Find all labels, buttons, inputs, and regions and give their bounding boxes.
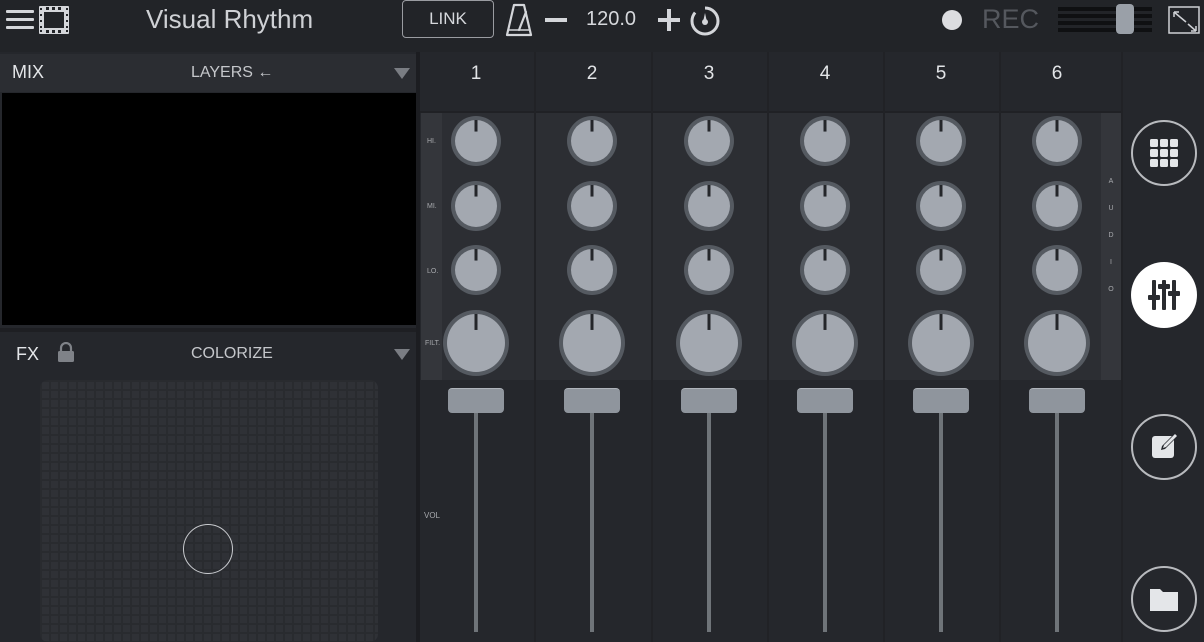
xy-pad-cursor[interactable] [183,524,233,574]
audio-letter: A [1108,178,1114,185]
fx-label: FX [16,344,40,364]
hi-eq-knob[interactable] [449,114,503,173]
volume-fader-handle[interactable] [913,388,969,413]
fx-dropdown-chevron-icon[interactable] [394,348,410,360]
channel-number: 5 [935,63,947,84]
mid-eq-knob[interactable] [798,179,852,238]
xy-pad[interactable] [40,380,378,642]
lo-eq-knob[interactable] [914,243,968,302]
hi-eq-knob[interactable] [1030,114,1084,173]
mid-eq-knob[interactable] [914,179,968,238]
channel-divider [651,52,653,642]
audio-letter: I [1110,259,1112,266]
master-slider[interactable] [1058,4,1152,34]
volume-fader-track[interactable] [939,410,943,632]
mixer-sliders-icon [1148,280,1180,310]
channel-number: 3 [703,63,715,84]
record-dot-icon[interactable] [942,10,962,30]
fullscreen-icon[interactable] [1166,4,1202,36]
fx-effect-selector[interactable]: COLORIZE [191,345,273,363]
filter-knob[interactable] [674,308,744,383]
channel-number: 2 [586,63,598,84]
channel-divider [534,52,536,642]
volume-fader-handle[interactable] [564,388,620,413]
channel-number: 1 [470,63,482,84]
mix-dropdown-chevron-icon[interactable] [394,67,410,79]
mid-eq-knob[interactable] [682,179,736,238]
channel-divider [999,52,1001,642]
band-label-lo: LO. [427,268,439,275]
audio-letter: O [1108,286,1114,293]
volume-fader-track[interactable] [707,410,711,632]
lo-eq-knob[interactable] [1030,243,1084,302]
hamburger-menu-icon[interactable] [6,8,34,32]
volume-fader-track[interactable] [1055,410,1059,632]
filter-knob[interactable] [441,308,511,383]
band-label-mid: MI. [427,203,437,210]
lo-eq-knob[interactable] [798,243,852,302]
panel-divider [0,328,416,332]
link-button[interactable]: LINK [402,0,494,38]
grid-icon [1150,139,1178,167]
edit-icon [1152,433,1178,458]
tap-tempo-icon[interactable] [688,3,722,37]
volume-fader-handle[interactable] [797,388,853,413]
record-label[interactable]: REC [982,4,1039,35]
grid-view-button[interactable] [1131,120,1197,186]
channel-divider [883,52,885,642]
metronome-icon[interactable] [505,3,533,37]
volume-label: VOL [424,511,441,520]
bpm-decrease-button[interactable] [544,8,568,32]
folder-icon [1150,589,1178,611]
audio-letter: U [1108,205,1114,212]
mid-eq-knob[interactable] [1030,179,1084,238]
link-button-label: LINK [429,9,467,28]
lo-eq-knob[interactable] [682,243,736,302]
audio-letter: D [1108,232,1114,239]
channel-header-divider [420,111,1122,113]
folder-button[interactable] [1131,566,1197,632]
volume-fader-track[interactable] [823,410,827,632]
hi-eq-knob[interactable] [565,114,619,173]
film-strip-icon[interactable] [38,5,70,35]
volume-fader-handle[interactable] [681,388,737,413]
layers-selector[interactable]: LAYERS ← [191,64,273,82]
bpm-increase-button[interactable] [657,8,681,32]
volume-fader-handle[interactable] [448,388,504,413]
hi-eq-knob[interactable] [682,114,736,173]
lock-icon[interactable] [57,341,75,362]
channel-number: 4 [819,63,831,84]
filter-knob[interactable] [1022,308,1092,383]
band-label-filter: FILT. [425,340,441,347]
mix-preview [2,93,416,325]
channel-divider [767,52,769,642]
volume-fader-handle[interactable] [1029,388,1085,413]
eq-panel [421,113,1121,380]
channel-number: 6 [1051,63,1063,84]
volume-fader-track[interactable] [474,410,478,632]
volume-fader-track[interactable] [590,410,594,632]
lo-eq-knob[interactable] [449,243,503,302]
filter-knob[interactable] [557,308,627,383]
edit-button[interactable] [1131,414,1197,480]
app-title: Visual Rhythm [146,4,314,34]
filter-knob[interactable] [790,308,860,383]
channel-divider [1121,52,1123,642]
mid-eq-knob[interactable] [449,179,503,238]
bpm-value: 120.0 [586,8,637,30]
mid-eq-knob[interactable] [565,179,619,238]
lo-eq-knob[interactable] [565,243,619,302]
hi-eq-knob[interactable] [914,114,968,173]
mixer-view-button[interactable] [1131,262,1197,328]
audio-label: A U D I O [1101,178,1121,293]
band-label-hi: HI. [427,138,436,145]
hi-eq-knob[interactable] [798,114,852,173]
panel-divider [416,52,420,642]
filter-knob[interactable] [906,308,976,383]
mix-label: MIX [12,62,45,82]
